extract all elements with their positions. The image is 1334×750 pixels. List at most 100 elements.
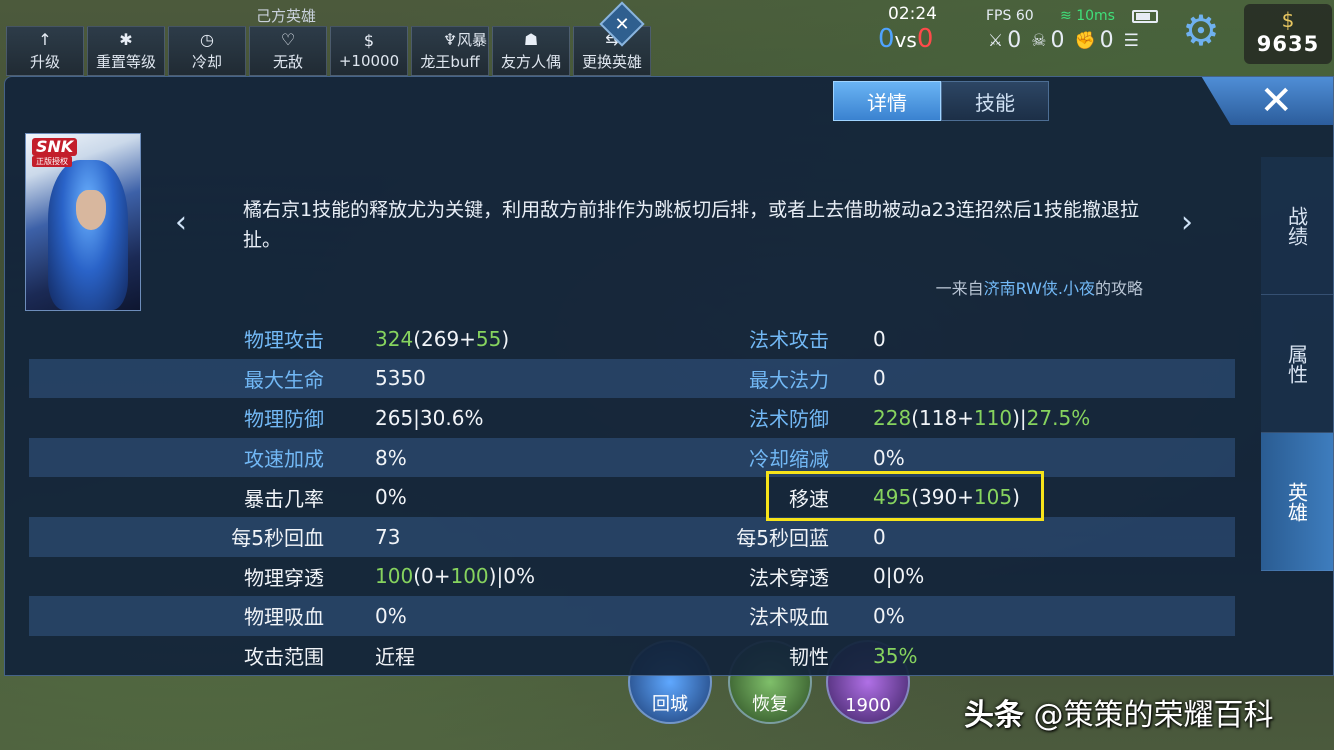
- watermark-prefix: 头条: [964, 698, 1024, 733]
- stat-value: 0%: [873, 446, 905, 470]
- tip-source-prefix: 一来自: [935, 279, 984, 298]
- stat-label: 每5秒回血: [231, 526, 324, 551]
- vs-label: vs: [894, 28, 917, 52]
- kills: ⚔ 0: [988, 28, 1021, 53]
- stat-value: 100(0+100)|0%: [375, 564, 535, 588]
- heal-label: 恢复: [752, 694, 788, 715]
- prev-tip-chevron-left-icon[interactable]: ‹: [175, 205, 187, 240]
- cheat-button-coin[interactable]: $ +10000: [330, 26, 408, 76]
- stat-label: 法术吸血: [749, 605, 829, 630]
- stat-label: 最大生命: [244, 367, 324, 392]
- fps-readout: FPS 60: [986, 8, 1034, 24]
- tab-details[interactable]: 详情: [833, 81, 941, 121]
- stat-value: 8%: [375, 446, 407, 470]
- kda-readout: ⚔ 0 ☠ 0 ✊ 0 ☰: [988, 28, 1139, 53]
- stat-value: 0%: [375, 604, 407, 628]
- cheat-button-label: 升级: [29, 52, 60, 71]
- arrow-up-icon: ↑: [38, 29, 52, 49]
- side-tab-record[interactable]: 战绩: [1261, 157, 1333, 295]
- stat-value: 324(269+55): [375, 327, 509, 351]
- blue-score: 0: [878, 24, 895, 54]
- ping-value: 10ms: [1076, 8, 1115, 24]
- side-tab-hero[interactable]: 英雄: [1261, 433, 1333, 571]
- ping-readout: ≋ 10ms: [1060, 8, 1115, 24]
- stat-value: 0%: [873, 604, 905, 628]
- friend-icon: ☗: [523, 29, 539, 49]
- cheat-button-heart[interactable]: ♡ 无敌: [249, 26, 327, 76]
- cheat-button-label: 更换英雄: [581, 52, 642, 71]
- gold-amount: 9635: [1256, 32, 1320, 56]
- stat-value: 0|0%: [873, 564, 924, 588]
- stat-value: 228(118+110)|27.5%: [873, 406, 1090, 430]
- stat-value-part: 324: [375, 326, 414, 351]
- money-bag-icon: $: [1281, 8, 1295, 32]
- stat-value-part: 100: [375, 564, 414, 589]
- strategy-tip: 橘右京1技能的释放尤为关键，利用敌方前排作为跳板切后排，或者上去借助被动a23连…: [243, 199, 1139, 251]
- skull-icon: ☠: [1031, 30, 1047, 51]
- stat-value-part: 35%: [873, 643, 918, 668]
- stat-value-part: (118+: [911, 405, 974, 430]
- fist-icon: ✊: [1074, 30, 1096, 51]
- stat-value-part: 0|0%: [873, 564, 925, 589]
- stat-value-part: 0: [873, 326, 886, 351]
- cheat-button-label: 友方人偶: [500, 52, 561, 71]
- portrait-art: [48, 160, 128, 310]
- gear-icon: ✱: [119, 29, 133, 49]
- stat-row: 最大生命 5350 最大法力 0: [29, 358, 1235, 399]
- stat-row: 每5秒回血 73 每5秒回蓝 0: [29, 516, 1235, 557]
- stat-row: 攻击范围 近程 韧性 35%: [29, 636, 1235, 676]
- battery-icon: [1132, 10, 1158, 23]
- stat-value-part: 228: [873, 405, 912, 430]
- cheat-button-gear[interactable]: ✱ 重置等级: [87, 26, 165, 76]
- cheat-button-sublabel: 风暴: [456, 30, 487, 49]
- stat-label: 物理攻击: [244, 328, 324, 353]
- training-controls: ↑ 升级 ✱ 重置等级 ◷ 冷却 ♡ 无敌 $ +10000 ♆ 风暴 龙王buff ☗ 友方人偶 ⇆ 更换英雄: [6, 26, 651, 76]
- close-icon: ✕: [1259, 78, 1293, 124]
- deaths: ☠ 0: [1031, 28, 1064, 53]
- sword-icon: ⚔: [988, 30, 1004, 51]
- list-menu-icon[interactable]: ☰: [1124, 31, 1139, 51]
- stat-label: 法术防御: [749, 407, 829, 432]
- stat-value: 265|30.6%: [375, 406, 483, 430]
- stat-row: 物理攻击 324(269+55) 法术攻击 0: [29, 319, 1235, 359]
- snk-logo: SNK: [32, 138, 78, 156]
- stat-value: 0: [873, 327, 886, 351]
- stat-value-part: 110: [973, 405, 1013, 430]
- cheat-button-label: 龙王buff: [420, 52, 480, 71]
- cheat-button-friend[interactable]: ☗ 友方人偶: [492, 26, 570, 76]
- heart-icon: ♡: [280, 29, 296, 49]
- stat-label: 法术穿透: [749, 565, 829, 590]
- stat-label: 攻击范围: [244, 645, 324, 670]
- stat-value: 35%: [873, 644, 917, 668]
- stat-label: 法术攻击: [749, 328, 829, 353]
- cheat-button-label: 重置等级: [95, 52, 156, 71]
- stat-value-part: 0%: [375, 603, 407, 628]
- tip-source-suffix: 的攻略: [1094, 279, 1143, 298]
- match-timer: 02:24: [888, 4, 937, 24]
- move-speed-highlight-box: [766, 471, 1044, 521]
- side-tab-attributes[interactable]: 属性: [1261, 295, 1333, 433]
- cheat-button-dragon[interactable]: ♆ 风暴龙王buff: [411, 26, 489, 76]
- stat-row: 物理穿透 100(0+100)|0% 法术穿透 0|0%: [29, 557, 1235, 597]
- close-panel-button[interactable]: ✕: [1201, 77, 1333, 125]
- cheat-button-arrow-up[interactable]: ↑ 升级: [6, 26, 84, 76]
- stat-value-part: 0: [873, 524, 886, 549]
- stat-value-part: 0%: [873, 603, 905, 628]
- stat-value-part: 0%: [873, 445, 905, 470]
- stat-value-part: 265|30.6%: [375, 405, 484, 430]
- portrait-face: [76, 190, 106, 230]
- stat-value-part: 73: [375, 524, 401, 549]
- stat-value-part: 100: [450, 564, 489, 589]
- next-tip-chevron-right-icon[interactable]: ›: [1181, 205, 1193, 240]
- stat-value-part: 55: [475, 326, 502, 351]
- stat-label: 每5秒回蓝: [736, 526, 829, 551]
- deaths-value: 0: [1050, 28, 1065, 53]
- cheat-button-clock[interactable]: ◷ 冷却: [168, 26, 246, 76]
- stat-value: 近程: [375, 641, 415, 670]
- tip-author[interactable]: 济南RW侠.小夜: [984, 279, 1095, 298]
- tab-skills[interactable]: 技能: [941, 81, 1049, 121]
- stat-value-part: 27.5%: [1026, 405, 1091, 430]
- stat-value: 0: [873, 525, 886, 549]
- settings-gear-icon[interactable]: ⚙: [1178, 8, 1224, 54]
- dragon-icon: ♆: [442, 29, 458, 49]
